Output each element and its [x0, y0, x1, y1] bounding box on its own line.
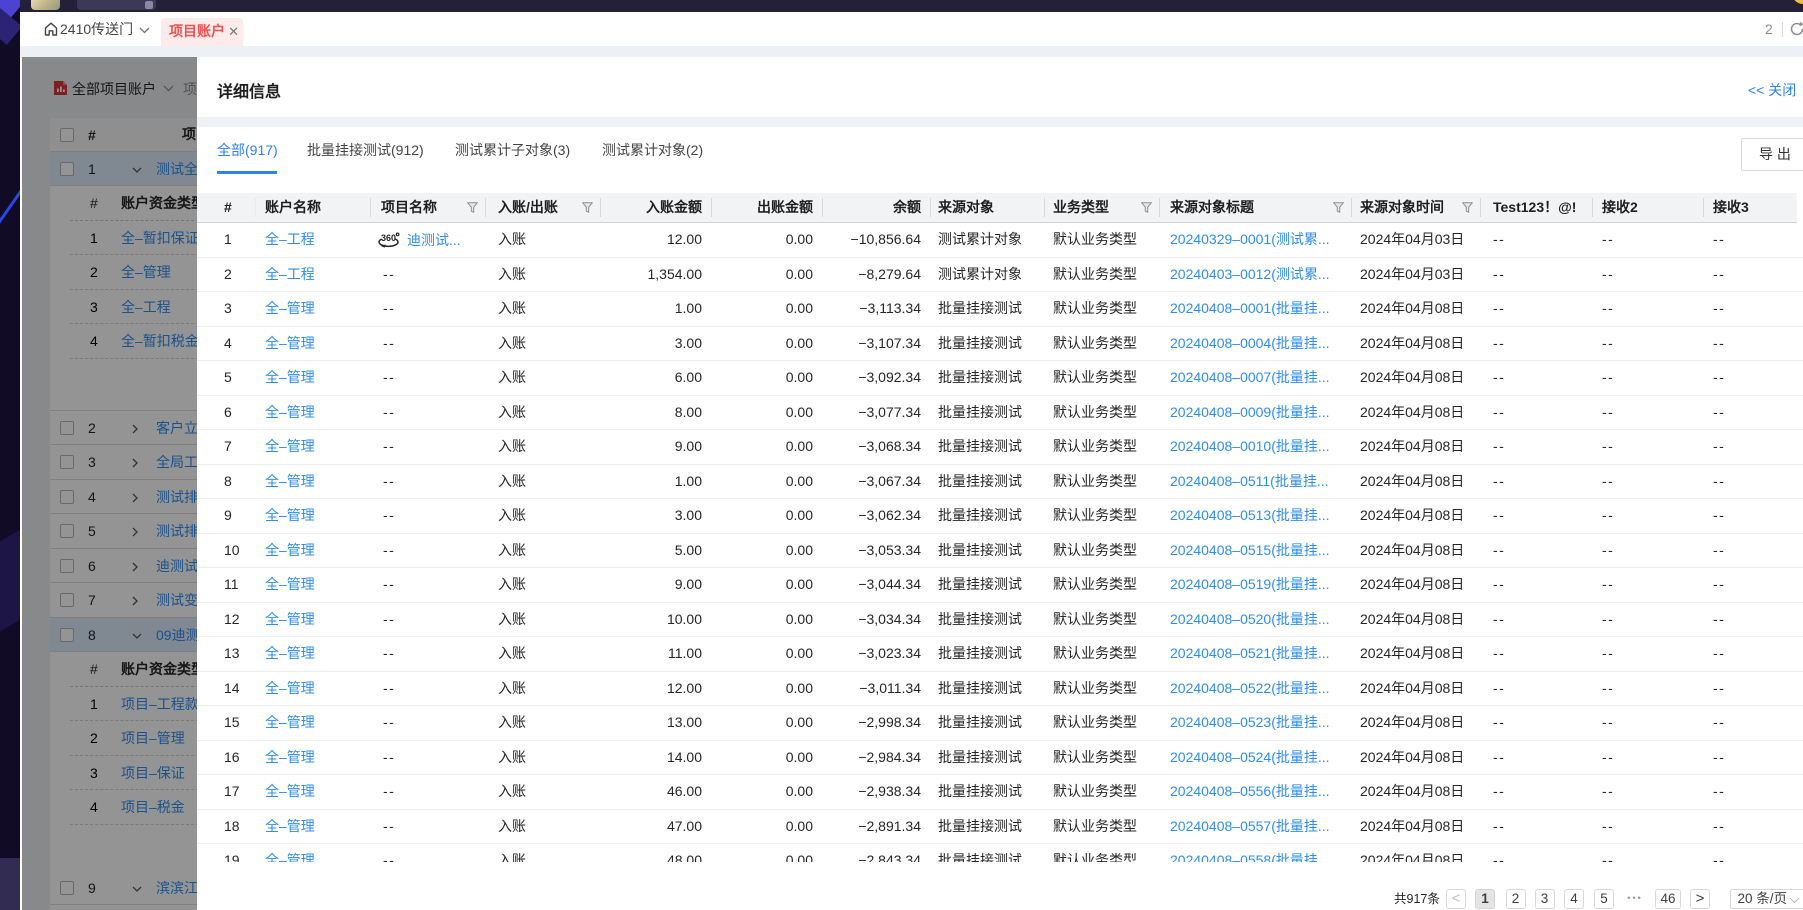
- svg-text:360: 360: [381, 233, 396, 243]
